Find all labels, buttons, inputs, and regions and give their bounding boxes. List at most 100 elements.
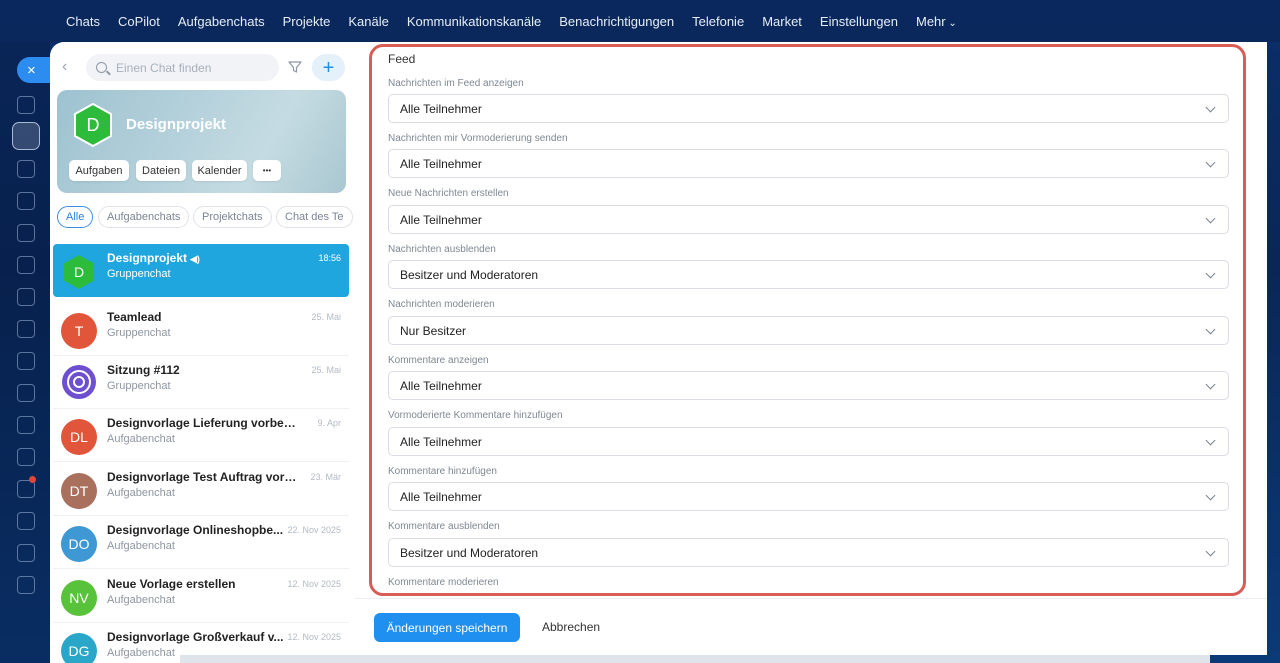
chat-name: Neue Vorlage erstellen [107,577,236,591]
left-rail: × [0,42,57,663]
select-hide-comments[interactable]: Besitzer und Moderatoren [388,538,1229,567]
bottom-strip [180,655,1210,663]
nav-copilot[interactable]: CoPilot [118,14,160,29]
select-moderate-messages[interactable]: Nur Besitzer [388,316,1229,345]
more-options-button[interactable]: ••• [253,160,281,181]
chat-date: 22. Nov 2025 [287,525,341,535]
chat-avatar: DL [61,419,97,455]
mail-icon[interactable] [17,352,35,370]
chat-date: 9. Apr [317,418,341,428]
chat-date: 18:56 [318,253,341,263]
chat-name: Designvorlage Lieferung vorbereiten [107,416,297,430]
chat-list-item[interactable]: T Teamlead Gruppenchat 25. Mai [53,303,349,356]
select-premoderated-messages[interactable]: Alle Teilnehmer [388,149,1229,178]
chat-date: 25. Mai [311,365,341,375]
nav-projects[interactable]: Projekte [283,14,331,29]
filter-tab-task-chats[interactable]: Aufgabenchats [98,206,190,228]
chat-type: Gruppenchat [107,268,171,280]
document-icon[interactable] [17,160,35,178]
select-premoderated-comments[interactable]: Alle Teilnehmer [388,427,1229,456]
nav-channels[interactable]: Kanäle [348,14,388,29]
hexagon-icon[interactable] [12,122,40,150]
nav-telephony[interactable]: Telefonie [692,14,744,29]
filter-tab-all[interactable]: Alle [57,206,94,228]
chat-avatar: DG [61,633,97,663]
calendar-button[interactable]: Kalender [192,160,247,181]
save-button[interactable]: Änderungen speichern [374,613,520,642]
chat-filter-tabs: Alle Aufgabenchats Projektchats Chat des… [57,206,355,228]
more-apps-icon[interactable] [17,576,35,594]
nav-settings[interactable]: Einstellungen [820,14,898,29]
chevron-down-icon [1205,435,1216,446]
select-hide-messages[interactable]: Besitzer und Moderatoren [388,260,1229,289]
nav-task-chats[interactable]: Aufgabenchats [178,14,265,29]
form-actions: Änderungen speichern Abbrechen [355,598,1267,655]
select-value: Alle Teilnehmer [400,212,482,227]
chevron-left-icon[interactable]: ‹ [62,58,67,76]
pen-icon[interactable] [17,416,35,434]
chat-avatar-initials: D [73,264,85,280]
cancel-button[interactable]: Abbrechen [542,620,600,634]
files-button[interactable]: Dateien [136,160,186,181]
chat-name: Sitzung #112 [107,363,180,377]
field-label: Nachrichten ausblenden [388,244,496,255]
chat-list-item[interactable]: NV Neue Vorlage erstellen Aufgabenchat 1… [53,570,349,623]
shopping-cart-icon[interactable] [17,544,35,562]
chat-avatar: NV [61,580,97,616]
chat-list-item[interactable]: Sitzung #112 Gruppenchat 25. Mai [53,356,349,409]
field-label: Nachrichten mir Vormoderierung senden [388,133,568,144]
chat-list-item[interactable]: DL Designvorlage Lieferung vorbereiten A… [53,409,349,462]
chat-name: Teamlead [107,310,162,324]
checkbox-icon[interactable] [17,320,35,338]
filter-icon[interactable] [288,60,302,74]
add-chat-button[interactable]: + [312,54,345,81]
project-initial: D [86,114,100,135]
select-value: Besitzer und Moderatoren [400,267,539,282]
chat-list-item[interactable]: DT Designvorlage Test Auftrag vorbe... A… [53,463,349,516]
chat-type: Aufgabenchat [107,433,175,445]
nav-chats[interactable]: Chats [66,14,100,29]
filter-funnel-icon[interactable] [17,448,35,466]
calendar-icon[interactable] [17,224,35,242]
meeting-avatar-icon [62,365,96,399]
drive-icon[interactable] [17,256,35,274]
contact-card-icon[interactable] [17,288,35,306]
chat-avatar: T [61,313,97,349]
gear-icon[interactable] [17,96,35,114]
project-header-card: D Designprojekt Aufgaben Dateien Kalende… [57,90,346,193]
nav-more-menu[interactable]: Mehr [916,14,957,29]
nav-market[interactable]: Market [762,14,802,29]
nav-communication-channels[interactable]: Kommunikationskanäle [407,14,541,29]
field-label: Kommentare anzeigen [388,355,489,366]
filter-tab-project-chats[interactable]: Projektchats [193,206,272,228]
chevron-down-icon [1205,268,1216,279]
chat-bubbles-icon[interactable] [17,192,35,210]
field-label: Nachrichten im Feed anzeigen [388,78,524,89]
chevron-down-icon [1205,490,1216,501]
chevron-down-icon [1205,379,1216,390]
search-icon [96,62,107,73]
search-field[interactable] [86,54,279,81]
select-create-messages[interactable]: Alle Teilnehmer [388,205,1229,234]
select-add-comments[interactable]: Alle Teilnehmer [388,482,1229,511]
select-show-messages[interactable]: Alle Teilnehmer [388,94,1229,123]
nav-notifications[interactable]: Benachrichtigungen [559,14,674,29]
chat-date: 25. Mai [311,312,341,322]
search-input[interactable] [116,60,266,75]
search-row: ‹ + [50,54,355,82]
chevron-down-icon [1205,546,1216,557]
field-label: Nachrichten moderieren [388,299,495,310]
database-icon[interactable] [17,512,35,530]
select-show-comments[interactable]: Alle Teilnehmer [388,371,1229,400]
chat-date: 12. Nov 2025 [287,579,341,589]
chat-list-item[interactable]: D Designprojekt ◀) Gruppenchat 18:56 [53,244,349,297]
tasks-button[interactable]: Aufgaben [69,160,129,181]
select-value: Alle Teilnehmer [400,378,482,393]
section-title: Feed [388,52,416,66]
chat-date: 12. Nov 2025 [287,632,341,642]
chat-list-item[interactable]: DO Designvorlage Onlineshopbe... Aufgabe… [53,516,349,569]
filter-tab-team-chat[interactable]: Chat des Te [276,206,353,228]
top-navigation: Chats CoPilot Aufgabenchats Projekte Kan… [0,0,1280,42]
crm-icon[interactable] [17,384,35,402]
field-label: Neue Nachrichten erstellen [388,188,509,199]
